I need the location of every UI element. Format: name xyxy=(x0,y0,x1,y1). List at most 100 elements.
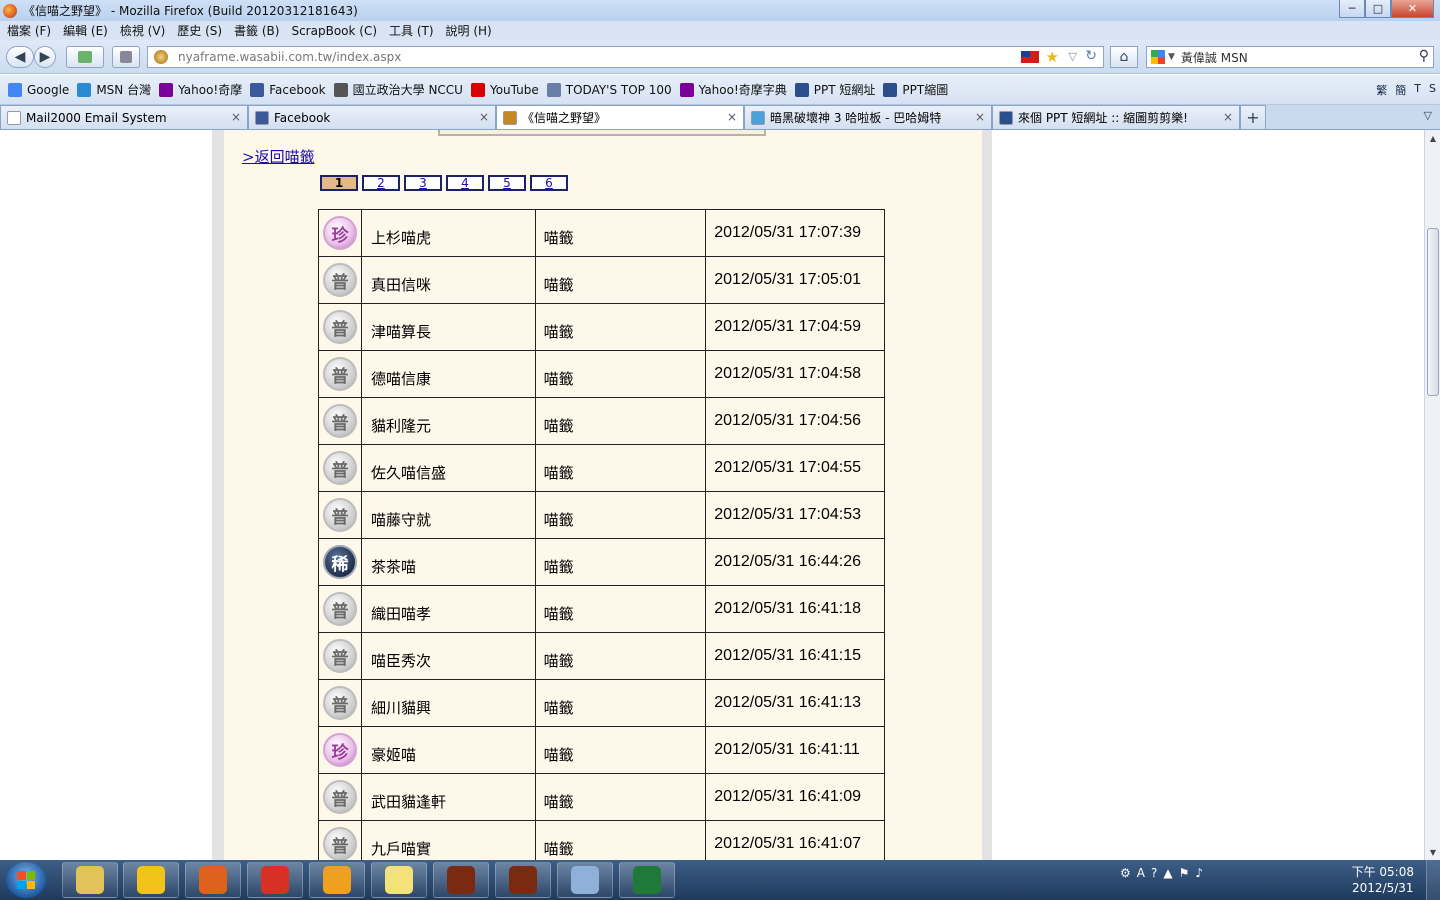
scroll-up-icon[interactable]: ▲ xyxy=(1425,130,1440,146)
menu-history[interactable]: 歷史 (S) xyxy=(177,22,222,39)
taskbar-app-button[interactable] xyxy=(123,862,179,898)
page-button[interactable]: 2 xyxy=(362,175,400,191)
file-explorer-icon xyxy=(76,866,104,894)
toolbar-convert-button[interactable]: 簡 xyxy=(1395,82,1406,98)
search-engine-dropdown-icon[interactable]: ▼ xyxy=(1168,52,1175,62)
addon-button[interactable] xyxy=(66,46,104,68)
taskbar-app-button[interactable] xyxy=(371,862,427,898)
vertical-scrollbar[interactable]: ▲ ▼ xyxy=(1424,130,1440,860)
new-tab-button[interactable]: + xyxy=(1240,105,1266,129)
rank-badge-icon: 普 xyxy=(322,827,357,860)
tray-ime-icon[interactable]: A xyxy=(1137,866,1145,880)
search-icon[interactable]: ⚲ xyxy=(1419,48,1429,64)
show-desktop-button[interactable] xyxy=(1426,860,1440,900)
browser-tab[interactable]: 來個 PPT 短網址 :: 縮圖剪剪樂! × xyxy=(992,105,1240,129)
bookmark-label: PPT縮圖 xyxy=(902,83,949,97)
bookmark-item[interactable]: YouTube xyxy=(470,82,539,97)
forward-button[interactable]: ▶ xyxy=(34,46,56,68)
home-button[interactable]: ⌂ xyxy=(1110,46,1138,68)
bookmarks-toolbar: Google MSN 台灣 Yahoo!奇摩 Facebook 國立政治大學 NCCU Y… xyxy=(0,75,1440,105)
toolbar-convert-button[interactable]: S xyxy=(1429,82,1436,98)
browser-tab[interactable]: Facebook × xyxy=(248,105,496,129)
panel-header-frame xyxy=(438,130,766,136)
back-button[interactable]: ◀ xyxy=(6,46,34,68)
scrollbar-thumb[interactable] xyxy=(1427,228,1439,396)
bookmark-item[interactable]: Google xyxy=(8,82,69,97)
browser-tab[interactable]: Mail2000 Email System × xyxy=(0,105,248,129)
card-name: 津喵算長 xyxy=(360,303,536,351)
reload-icon[interactable]: ↻ xyxy=(1085,48,1097,64)
search-input[interactable] xyxy=(1180,50,1411,64)
window-title: 《信喵之野望》 - Mozilla Firefox (Build 2012031… xyxy=(23,4,358,18)
clock[interactable]: 下午 05:08 2012/5/31 xyxy=(1352,864,1414,896)
tray-help-icon[interactable]: ? xyxy=(1151,866,1157,880)
table-row: 稀茶茶喵 喵籤 2012/05/31 16:44:26 xyxy=(318,538,885,586)
table-row: 珍豪姬喵 喵籤 2012/05/31 16:41:11 xyxy=(318,726,885,774)
menu-tools[interactable]: 工具 (T) xyxy=(389,22,434,39)
menu-edit[interactable]: 編輯 (E) xyxy=(63,22,108,39)
home-icon: ⌂ xyxy=(1119,49,1129,65)
search-bar[interactable]: ▼ ⚲ xyxy=(1146,46,1434,68)
bookmark-star-icon[interactable]: ★ xyxy=(1046,48,1059,66)
scroll-down-icon[interactable]: ▼ xyxy=(1425,844,1440,860)
menu-scrapbook[interactable]: ScrapBook (C) xyxy=(291,24,377,38)
table-row: 普喵臣秀次 喵籤 2012/05/31 16:41:15 xyxy=(318,632,885,680)
url-input[interactable] xyxy=(178,50,998,64)
taskbar-app-button[interactable] xyxy=(619,862,675,898)
browser-tab[interactable]: 《信喵之野望》 × xyxy=(496,105,744,129)
browser-tab[interactable]: 暗黑破壞神 3 哈啦板 - 巴哈姆特 × xyxy=(744,105,992,129)
bookmark-item[interactable]: MSN 台灣 xyxy=(77,81,151,98)
toolbar-convert-button[interactable]: T xyxy=(1414,82,1421,98)
url-dropdown-icon[interactable]: ▽ xyxy=(1069,50,1077,63)
tab-close-icon[interactable]: × xyxy=(231,110,241,124)
bookmark-item[interactable]: Yahoo!奇摩字典 xyxy=(679,81,787,98)
taskbar-app-button[interactable] xyxy=(247,862,303,898)
minimize-button[interactable]: ─ xyxy=(1339,0,1365,18)
tab-close-icon[interactable]: × xyxy=(975,110,985,124)
tray-network-icon[interactable]: ⚙ xyxy=(1120,866,1131,880)
tab-close-icon[interactable]: × xyxy=(727,110,737,124)
bookmark-item[interactable]: 國立政治大學 NCCU xyxy=(333,81,463,98)
toolbar-convert-button[interactable]: 繁 xyxy=(1376,82,1387,98)
page-button[interactable]: 1 xyxy=(320,175,358,191)
menu-bookmarks[interactable]: 書籤 (B) xyxy=(234,22,279,39)
bookmark-item[interactable]: Yahoo!奇摩 xyxy=(159,81,242,98)
bookmark-item[interactable]: PPT 短網址 xyxy=(794,81,875,98)
taskbar-app-button[interactable] xyxy=(185,862,241,898)
page-button[interactable]: 6 xyxy=(530,175,568,191)
taskbar-app-button[interactable] xyxy=(62,862,118,898)
draw-type: 喵籤 xyxy=(534,820,707,860)
tray-flag-icon[interactable]: ⚑ xyxy=(1179,866,1190,880)
taskbar-app-button[interactable] xyxy=(557,862,613,898)
tool-button[interactable] xyxy=(112,46,140,68)
menu-help[interactable]: 說明 (H) xyxy=(446,22,492,39)
page-button[interactable]: 3 xyxy=(404,175,442,191)
tab-close-icon[interactable]: × xyxy=(1223,110,1233,124)
draw-type: 喵籤 xyxy=(534,444,707,492)
tray-volume-icon[interactable]: ♪ xyxy=(1195,866,1203,880)
bookmark-item[interactable]: PPT縮圖 xyxy=(883,81,948,98)
tab-close-icon[interactable]: × xyxy=(479,110,489,124)
draw-time: 2012/05/31 16:41:15 xyxy=(705,632,885,680)
bookmark-item[interactable]: Facebook xyxy=(250,82,326,97)
menu-file[interactable]: 檔案 (F) xyxy=(7,22,51,39)
url-bar[interactable]: ★ ▽ ↻ xyxy=(147,46,1104,68)
tray-expand-icon[interactable]: ▲ xyxy=(1163,866,1172,880)
page-button[interactable]: 5 xyxy=(488,175,526,191)
close-button[interactable]: ✕ xyxy=(1391,0,1434,18)
rank-cell: 稀 xyxy=(318,538,362,586)
maximize-button[interactable]: □ xyxy=(1365,0,1391,18)
bookmark-item[interactable]: TODAY'S TOP 100 xyxy=(546,82,672,97)
start-button[interactable] xyxy=(6,862,46,898)
table-row: 普九戶喵實 喵籤 2012/05/31 16:41:07 xyxy=(318,820,885,860)
menu-view[interactable]: 檢視 (V) xyxy=(120,22,165,39)
google-icon[interactable] xyxy=(1151,50,1165,64)
rank-cell: 普 xyxy=(318,820,362,860)
taskbar-app-button[interactable] xyxy=(433,862,489,898)
taskbar-app-button[interactable] xyxy=(309,862,365,898)
page-button[interactable]: 4 xyxy=(446,175,484,191)
back-to-lottery-link[interactable]: >返回喵籤 xyxy=(242,146,315,167)
taskbar-app-button[interactable] xyxy=(495,862,551,898)
chrome-icon xyxy=(261,866,289,894)
tab-list-icon[interactable]: ▽ xyxy=(1424,109,1432,122)
